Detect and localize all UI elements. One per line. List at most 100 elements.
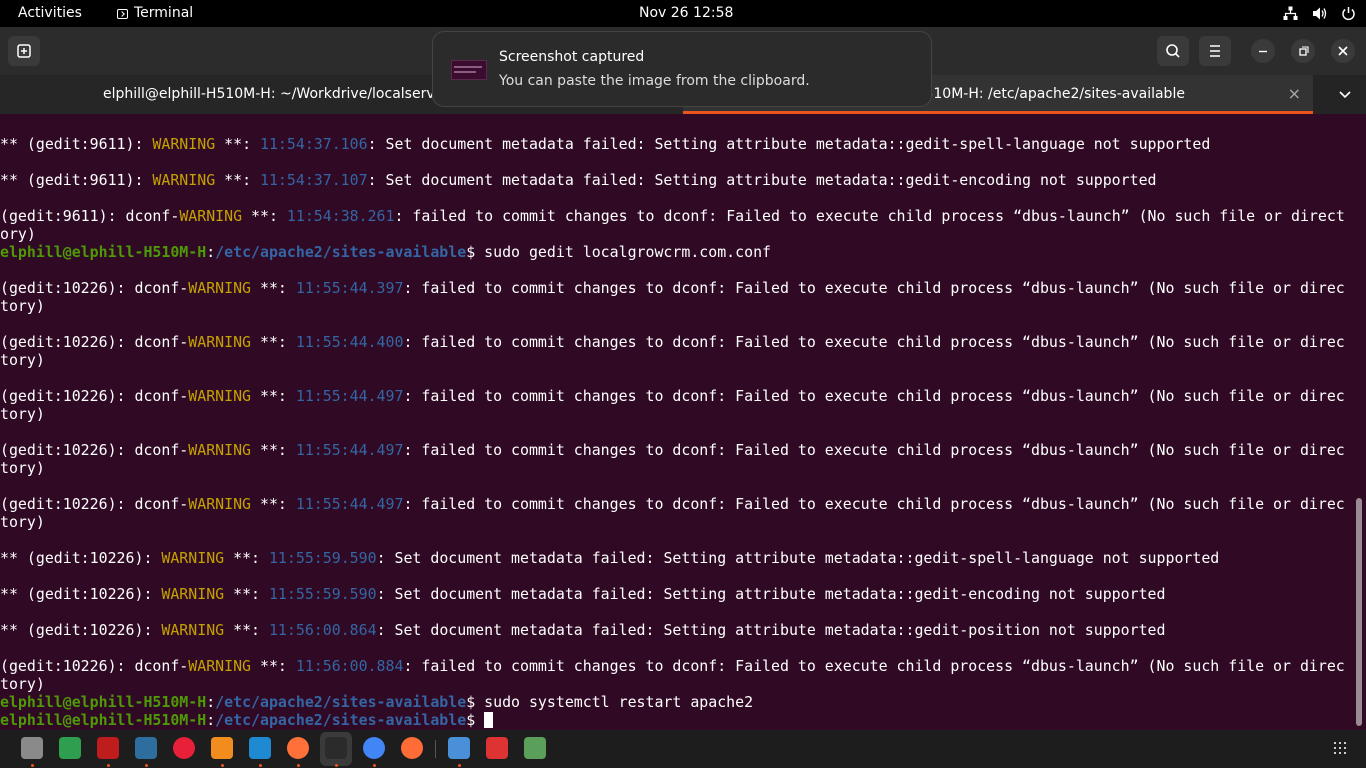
chrome-icon[interactable]: [363, 737, 385, 759]
terminal-line: tory): [0, 459, 1345, 477]
maximize-button[interactable]: [1291, 39, 1315, 63]
terminal-line: elphill@elphill-H510M-H:/etc/apache2/sit…: [0, 243, 1345, 261]
terminal-text: **:: [251, 333, 296, 351]
terminal-text: (gedit:10226): dconf-: [0, 441, 189, 459]
firefox-icon[interactable]: [287, 737, 309, 759]
terminal-text: **:: [251, 387, 296, 405]
running-indicator: [107, 764, 110, 767]
terminal-text: (gedit:10226): dconf-: [0, 279, 189, 297]
top-bar: Activities Terminal Nov 26 12:58: [0, 0, 1366, 27]
dock: [0, 730, 1366, 768]
terminal-text: ory): [0, 225, 36, 243]
terminal-line: (gedit:10226): dconf-WARNING **: 11:55:4…: [0, 441, 1345, 459]
terminal-text: tory): [0, 675, 45, 693]
terminal-line: (gedit:10226): dconf-WARNING **: 11:55:4…: [0, 495, 1345, 513]
terminal-text: (gedit:10226): dconf-: [0, 657, 189, 675]
tab-title: elphill@elphill-H510M-H: ~/Workdrive/loc…: [103, 86, 449, 102]
notification-title: Screenshot captured: [499, 49, 645, 65]
app-menu[interactable]: Terminal: [117, 0, 193, 27]
video-player-icon[interactable]: [173, 737, 195, 759]
terminal-text: : Set document metadata failed: Setting …: [376, 549, 1220, 567]
terminal-text: elphill@elphill-H510M-H: [0, 711, 207, 729]
terminal-text: 11:55:44.400: [295, 333, 404, 351]
terminal-text: tory): [0, 351, 45, 369]
terminal-text: **:: [215, 135, 260, 153]
new-tab-button[interactable]: [8, 36, 40, 66]
files-icon[interactable]: [21, 737, 43, 759]
terminal-text: (gedit:9611): dconf-: [0, 207, 180, 225]
terminal-text: WARNING: [188, 495, 252, 513]
terminal-line: tory): [0, 297, 1345, 315]
terminal-output[interactable]: ** (gedit:9611): WARNING **: 11:54:37.10…: [0, 114, 1366, 730]
terminal-text: 11:56:00.864: [268, 621, 377, 639]
terminal-text: **:: [224, 549, 269, 567]
search-button[interactable]: [1157, 36, 1189, 66]
terminal-text: WARNING: [179, 207, 243, 225]
sublime-text-icon[interactable]: [211, 737, 233, 759]
terminal-text: $ sudo gedit localgrowcrm.com.conf: [466, 243, 772, 261]
scrollbar[interactable]: [1356, 498, 1362, 726]
show-apps-icon[interactable]: [1334, 742, 1348, 756]
close-window-button[interactable]: [1331, 39, 1355, 63]
mysql-workbench-icon[interactable]: [135, 737, 157, 759]
terminal-text: tory): [0, 513, 45, 531]
running-indicator: [373, 764, 376, 767]
minimize-button[interactable]: [1251, 39, 1275, 63]
terminal-text: **:: [251, 279, 296, 297]
terminal-text: 11:55:44.497: [295, 387, 404, 405]
text-editor-icon[interactable]: [448, 737, 470, 759]
terminal-text: : failed to commit changes to dconf: Fai…: [403, 333, 1345, 351]
activities-button[interactable]: Activities: [18, 0, 82, 27]
terminal-lines: ** (gedit:9611): WARNING **: 11:54:37.10…: [0, 135, 1345, 729]
tab-close-icon[interactable]: ×: [1288, 75, 1301, 111]
screenshot-notification[interactable]: Screenshot captured You can paste the im…: [432, 31, 932, 107]
terminal-text: WARNING: [188, 333, 252, 351]
terminal-text: WARNING: [152, 171, 216, 189]
terminal-text: 11:56:00.884: [295, 657, 404, 675]
terminal-line: tory): [0, 675, 1345, 693]
power-icon: [1342, 7, 1355, 21]
terminal-text: 11:55:59.590: [268, 549, 377, 567]
system-tray[interactable]: [1283, 0, 1356, 27]
trash-icon[interactable]: [524, 737, 546, 759]
clock[interactable]: Nov 26 12:58: [639, 0, 733, 27]
terminal-text: : Set document metadata failed: Setting …: [367, 171, 1157, 189]
terminal-text: $: [466, 711, 485, 729]
screenshot-thumbnail: [451, 60, 487, 80]
document-viewer-icon[interactable]: [486, 737, 508, 759]
terminal-line: (gedit:10226): dconf-WARNING **: 11:55:4…: [0, 333, 1345, 351]
vscode-icon[interactable]: [249, 737, 271, 759]
terminal-icon[interactable]: [325, 737, 347, 759]
terminal-text: : Set document metadata failed: Setting …: [367, 135, 1211, 153]
postman-icon[interactable]: [401, 737, 423, 759]
running-indicator: [145, 764, 148, 767]
terminal-line: elphill@elphill-H510M-H:/etc/apache2/sit…: [0, 711, 1345, 729]
terminal-text: WARNING: [152, 135, 216, 153]
terminal-text: tory): [0, 459, 45, 477]
terminal-text: :: [206, 243, 216, 261]
terminal-line: ** (gedit:9611): WARNING **: 11:54:37.10…: [0, 171, 1345, 189]
menu-button[interactable]: [1199, 36, 1231, 66]
terminal-text: 11:54:38.261: [286, 207, 395, 225]
filezilla-icon[interactable]: [97, 737, 119, 759]
terminal-text: WARNING: [188, 279, 252, 297]
terminal-text: elphill@elphill-H510M-H: [0, 243, 207, 261]
terminal-text: ** (gedit:10226):: [0, 621, 162, 639]
chevron-down-icon[interactable]: [1336, 75, 1354, 114]
hamburger-menu-icon: [1210, 45, 1220, 57]
spreadsheet-icon[interactable]: [59, 737, 81, 759]
terminal-text: **:: [224, 621, 269, 639]
terminal-text: **:: [251, 495, 296, 513]
terminal-line: (gedit:10226): dconf-WARNING **: 11:56:0…: [0, 657, 1345, 675]
terminal-text: 11:55:44.397: [295, 279, 404, 297]
terminal-text: **:: [251, 657, 296, 675]
terminal-text: :: [206, 693, 216, 711]
terminal-text: (gedit:10226): dconf-: [0, 495, 189, 513]
